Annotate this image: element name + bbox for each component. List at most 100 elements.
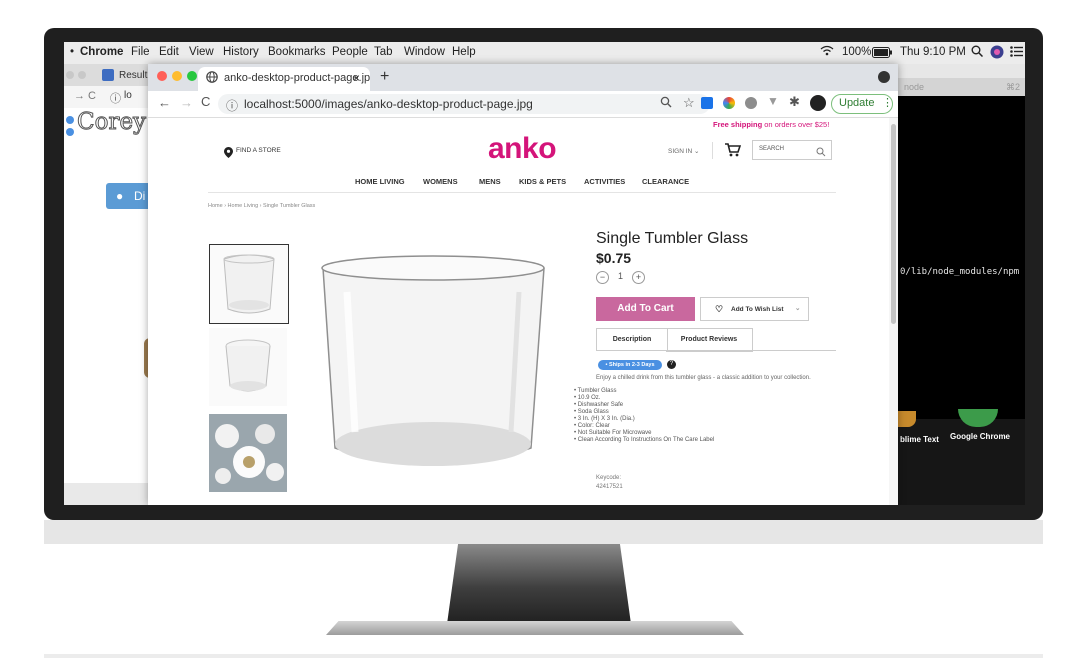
zoom-search-icon[interactable]: [660, 96, 672, 111]
reload-icon[interactable]: C: [201, 94, 210, 109]
monitor-stand-base: [326, 621, 744, 635]
profile-avatar[interactable]: [810, 95, 826, 111]
thumbnail-3[interactable]: [209, 414, 287, 492]
qty-increase-button[interactable]: +: [632, 271, 645, 284]
product-title: Single Tumbler Glass: [596, 230, 749, 247]
feature-item: • Color: Clear: [574, 423, 610, 429]
dock-area: blime Text Google Chrome: [898, 409, 1025, 505]
feature-item: • 10.9 Oz.: [574, 395, 601, 401]
spotlight-search-icon[interactable]: [971, 45, 984, 60]
menu-people[interactable]: People: [332, 46, 368, 58]
keycode-value: 42417521: [596, 484, 623, 490]
keycode-label: Keycode:: [596, 475, 622, 481]
product-main-image[interactable]: [311, 252, 556, 494]
tab-description[interactable]: Description: [596, 328, 668, 351]
new-tab-button[interactable]: +: [380, 68, 389, 86]
apple-menu-icon[interactable]: •: [70, 46, 74, 58]
cart-icon[interactable]: [725, 143, 742, 162]
qty-decrease-button[interactable]: −: [596, 271, 609, 284]
page-viewport: Free shipping on orders over $25! FIND A…: [148, 118, 898, 505]
menu-edit[interactable]: Edit: [159, 46, 179, 58]
menu-bookmarks[interactable]: Bookmarks: [268, 46, 326, 58]
extension-icon-2[interactable]: [723, 97, 735, 109]
nav-activities[interactable]: ACTIVITIES: [584, 177, 625, 186]
chrome-tab-strip: anko-desktop-product-page.jp × +: [148, 64, 898, 91]
battery-icon[interactable]: [872, 47, 892, 61]
close-window-button[interactable]: [157, 71, 167, 81]
add-to-cart-button[interactable]: Add To Cart: [596, 297, 695, 321]
back-arrow-icon[interactable]: ←: [158, 95, 171, 110]
menu-file[interactable]: File: [131, 46, 150, 58]
menu-tab[interactable]: Tab: [374, 46, 393, 58]
breadcrumb[interactable]: Home › Home Living › Single Tumbler Glas…: [208, 203, 315, 209]
terminal-tab-title[interactable]: node: [904, 82, 924, 92]
nav-womens[interactable]: WOMENS: [423, 177, 458, 186]
background-info-icon[interactable]: ⓘ: [110, 90, 121, 106]
background-tab-label[interactable]: Result: [119, 70, 147, 81]
menu-clock[interactable]: Thu 9:10 PM: [900, 46, 966, 58]
page-scrollbar-thumb[interactable]: [891, 124, 896, 324]
chrome-dock-icon[interactable]: [958, 409, 998, 427]
extensions-puzzle-icon[interactable]: ✱: [789, 94, 800, 110]
sign-in-chevron-icon: ⌄: [694, 148, 700, 155]
feature-item: • Soda Glass: [574, 409, 609, 415]
globe-icon: [206, 71, 218, 86]
extension-icon-1[interactable]: [701, 97, 713, 109]
thumbnail-2[interactable]: [209, 328, 287, 406]
nav-home-living[interactable]: HOME LIVING: [355, 177, 405, 186]
terminal-window: node ⌘2 0/lib/node_modules/npm blime Tex…: [898, 64, 1025, 505]
extension-icon-3[interactable]: [745, 97, 757, 109]
thumbnail-1[interactable]: [209, 244, 289, 324]
anko-logo[interactable]: anko: [488, 132, 557, 166]
find-store-link[interactable]: FIND A STORE: [236, 147, 281, 154]
background-dot-icon: [66, 128, 74, 136]
tab-product-reviews[interactable]: Product Reviews: [666, 328, 753, 352]
feature-item: • 3 In. (H) X 3 In. (Dia.): [574, 416, 635, 422]
extension-icon-4[interactable]: ▼: [767, 94, 779, 108]
wifi-icon[interactable]: [820, 45, 834, 59]
address-bar[interactable]: ⓘ localhost:5000/images/anko-desktop-pro…: [218, 94, 710, 114]
nav-kids-pets[interactable]: KIDS & PETS: [519, 177, 566, 186]
site-info-icon[interactable]: ⓘ: [226, 97, 238, 114]
notification-center-icon[interactable]: [1010, 46, 1023, 60]
background-address[interactable]: lo: [124, 90, 132, 101]
header-divider: [712, 142, 713, 159]
promo-banner[interactable]: Free shipping on orders over $25!: [713, 120, 829, 129]
search-icon: [816, 144, 826, 162]
nav-clearance[interactable]: CLEARANCE: [642, 177, 689, 186]
floor-line: [44, 654, 1043, 658]
active-tab[interactable]: anko-desktop-product-page.jp ×: [198, 67, 370, 91]
siri-icon[interactable]: [990, 45, 1004, 62]
feature-item: • Clean According To Instructions On The…: [574, 437, 715, 443]
menu-history[interactable]: History: [223, 46, 259, 58]
sign-in-link[interactable]: SIGN IN ⌄: [668, 147, 699, 155]
menu-window[interactable]: Window: [404, 46, 445, 58]
forward-arrow-icon[interactable]: →: [180, 95, 193, 110]
sublime-text-icon[interactable]: [898, 411, 916, 427]
feature-item: • Tumbler Glass: [574, 388, 617, 394]
background-nav-arrows[interactable]: → C: [74, 90, 96, 102]
zoom-window-button[interactable]: [187, 71, 197, 81]
add-to-wishlist-button[interactable]: ♡ Add To Wish List ⌄: [700, 297, 809, 321]
profile-menu-icon[interactable]: [878, 71, 890, 83]
wishlist-label: Add To Wish List: [731, 306, 784, 313]
search-placeholder: SEARCH: [759, 146, 785, 152]
menu-view[interactable]: View: [189, 46, 214, 58]
menu-help[interactable]: Help: [452, 46, 476, 58]
qty-value[interactable]: 1: [618, 271, 623, 281]
minimize-window-button[interactable]: [172, 71, 182, 81]
feature-item: • Dishwasher Safe: [574, 402, 624, 408]
product-description: Enjoy a chilled drink from this tumbler …: [596, 375, 811, 381]
terminal-tabbar: node ⌘2: [898, 78, 1025, 96]
background-dot-icon: [66, 116, 74, 124]
site-search-box[interactable]: SEARCH: [752, 140, 832, 160]
bookmark-star-icon[interactable]: ☆: [683, 95, 695, 111]
update-chrome-button[interactable]: Update ⋮: [831, 94, 893, 114]
tab-close-icon[interactable]: ×: [353, 71, 360, 85]
menu-app-name[interactable]: Chrome: [80, 46, 123, 58]
wishlist-chevron-icon: ⌄: [795, 305, 801, 312]
background-tab-favicon: [102, 69, 114, 81]
nav-mens[interactable]: MENS: [479, 177, 501, 186]
info-help-icon[interactable]: ?: [667, 360, 676, 369]
dock-label-sublime: blime Text: [900, 435, 939, 444]
